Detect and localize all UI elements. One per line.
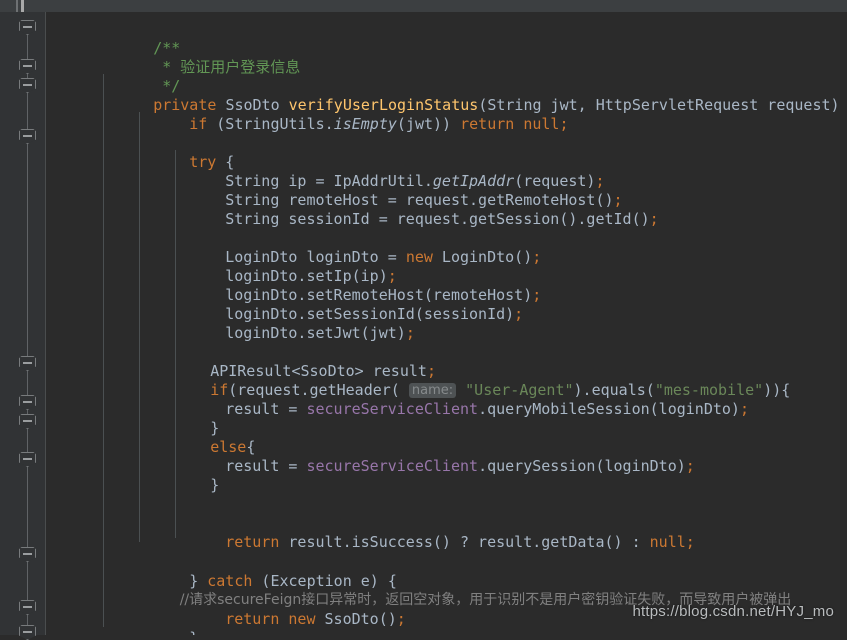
code-line-18: APIResult<SsoDto> result; xyxy=(156,343,436,380)
code-line-4: private SsoDto verifyUserLoginStatus(Str… xyxy=(99,77,847,114)
code-line-22: else{ xyxy=(156,419,255,456)
code-line-16: loginDto.setJwt(jwt); xyxy=(171,305,415,342)
keyword-new-2: new xyxy=(288,610,316,628)
semicolon: ; xyxy=(685,533,695,551)
fold-marker-try[interactable] xyxy=(19,129,36,144)
semicolon: ; xyxy=(405,324,415,342)
code-line-9: String remoteHost = request.getRemoteHos… xyxy=(171,172,622,209)
fold-marker-block[interactable] xyxy=(19,452,36,467)
code-line-24: } xyxy=(156,457,219,494)
code-line-19: if(request.getHeader( name: "User-Agent"… xyxy=(156,362,790,399)
code-line-15: loginDto.setSessionId(sessionId); xyxy=(171,286,523,323)
static-isempty: isEmpty xyxy=(333,115,397,133)
if-condition-head: (StringUtils. xyxy=(207,115,334,133)
code-line-21: } xyxy=(156,400,219,437)
fold-marker-method-2[interactable] xyxy=(19,78,36,93)
keyword-if: if xyxy=(189,115,208,133)
code-line-31: return new SsoDto(); xyxy=(171,591,406,628)
assign-result-head: result = xyxy=(225,400,307,418)
watermark-url: https://blog.csdn.net/HYJ_mo xyxy=(632,603,834,620)
semicolon: ; xyxy=(685,457,695,475)
code-line-20: result = secureServiceClient.queryMobile… xyxy=(171,381,749,418)
code-line-14: loginDto.setRemoteHost(remoteHost); xyxy=(171,267,541,304)
if-close: )){ xyxy=(763,381,791,399)
keyword-null-2: null xyxy=(649,533,686,551)
code-line-29: } catch (Exception e) { xyxy=(135,553,397,590)
editor-top-strip xyxy=(0,0,847,12)
semicolon: ; xyxy=(396,610,406,628)
code-editor: /** * 验证用户登录信息 */ private SsoDto verifyU… xyxy=(0,0,847,640)
stmt-logindto-tail: LoginDto() xyxy=(432,248,533,266)
caret-primary xyxy=(21,0,24,12)
semicolon: ; xyxy=(559,115,569,133)
code-content[interactable]: /** * 验证用户登录信息 */ private SsoDto verifyU… xyxy=(46,12,847,635)
code-line-2: * 验证用户登录信息 xyxy=(99,39,300,76)
javadoc-text: 验证用户登录信息 xyxy=(180,58,301,76)
editor-gutter[interactable] xyxy=(0,12,46,635)
keyword-return: return xyxy=(460,115,515,133)
field-secureserviceclient: secureServiceClient xyxy=(306,400,479,418)
code-line-27: return result.isSuccess() ? result.getDa… xyxy=(171,514,695,551)
stmt-setjwt: loginDto.setJwt(jwt) xyxy=(225,324,406,342)
code-line-10: String sessionId = request.getSession().… xyxy=(171,191,658,228)
code-line-32: } xyxy=(135,610,198,635)
code-line-5: if (StringUtils.isEmpty(jwt)) return nul… xyxy=(135,96,568,133)
semicolon: ; xyxy=(514,305,524,323)
ternary-expr: result.isSuccess() ? result.getData() : xyxy=(279,533,650,551)
fold-marker-else-1[interactable] xyxy=(19,395,36,410)
brace-close-catch: } xyxy=(189,629,198,635)
new-ssodto: SsoDto() xyxy=(315,610,397,628)
keyword-return-2: return xyxy=(225,533,280,551)
if-condition-tail: (jwt)) xyxy=(396,115,452,133)
call-querymobilesession: .queryMobileSession(loginDto) xyxy=(478,400,740,418)
assign-result-head-2: result = xyxy=(225,457,307,475)
semicolon: ; xyxy=(649,210,659,228)
keyword-new: new xyxy=(405,248,433,266)
code-line-23: result = secureServiceClient.querySessio… xyxy=(171,438,695,475)
code-line-7: try { xyxy=(135,134,234,171)
code-line-1: /** xyxy=(99,20,180,57)
stmt-sessionid: String sessionId = request.getSession().… xyxy=(225,210,650,228)
keyword-return-3: return xyxy=(225,610,280,628)
call-querysession: .querySession(loginDto) xyxy=(478,457,686,475)
brace-close-else: } xyxy=(210,476,220,494)
fold-marker-end-1[interactable] xyxy=(19,600,36,615)
fold-marker-end-2[interactable] xyxy=(19,625,36,640)
code-line-8: String ip = IpAddrUtil.getIpAddr(request… xyxy=(171,153,604,190)
code-line-33: } xyxy=(99,629,162,635)
fold-marker-else-2[interactable] xyxy=(19,414,36,429)
fold-marker-javadoc[interactable] xyxy=(19,20,36,35)
caret-secondary xyxy=(16,0,18,12)
fold-rail-3 xyxy=(27,90,28,540)
semicolon: ; xyxy=(739,400,749,418)
semicolon: ; xyxy=(532,248,542,266)
code-line-3: */ xyxy=(99,58,180,95)
field-secureserviceclient-2: secureServiceClient xyxy=(306,457,479,475)
fold-marker-method-1[interactable] xyxy=(19,59,36,74)
indent-guide-1 xyxy=(103,74,104,627)
code-line-30: //请求secureFeign接口异常时，返回空对象，用于识别不是用户密钥验证失… xyxy=(153,572,792,608)
fold-marker-if-1[interactable] xyxy=(19,356,36,371)
semicolon: ; xyxy=(532,286,542,304)
fold-marker-catch[interactable] xyxy=(19,547,36,562)
code-line-12: LoginDto loginDto = new LoginDto(); xyxy=(171,229,541,266)
keyword-null: null xyxy=(523,115,560,133)
code-line-13: loginDto.setIp(ip); xyxy=(171,248,397,285)
